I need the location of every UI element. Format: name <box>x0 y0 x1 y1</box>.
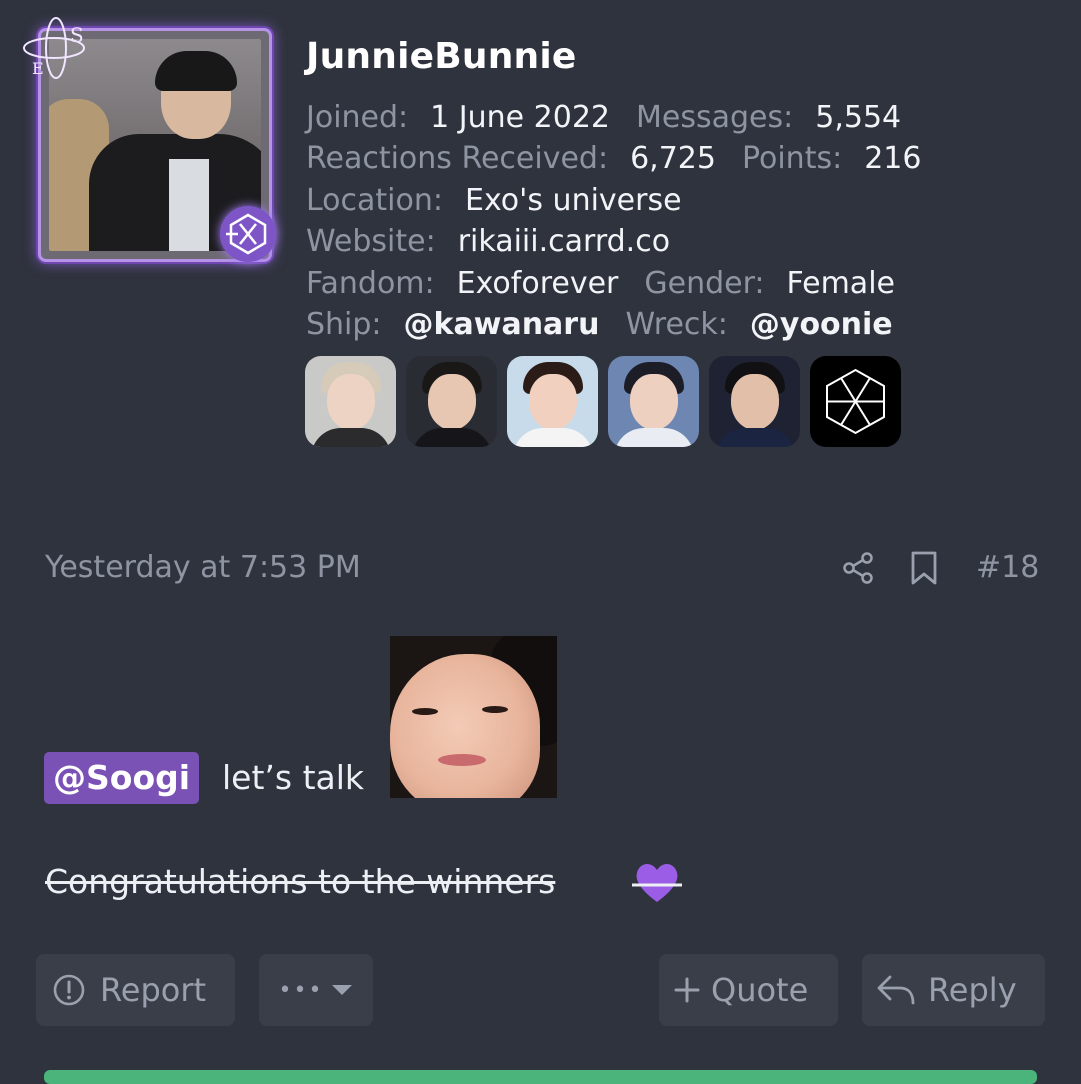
reply-label: Reply <box>928 971 1017 1009</box>
info-row-location: Location: Exo's universe <box>306 183 708 218</box>
report-button[interactable]: Report <box>36 954 235 1026</box>
reactions-label: Reactions Received: <box>306 141 609 176</box>
info-row-website: Website: rikaiii.carrd.co <box>306 224 696 259</box>
quote-label: Quote <box>711 971 809 1009</box>
exo-logo-thumbnail <box>810 356 901 447</box>
gender-value: Female <box>786 266 895 301</box>
alert-circle-icon <box>53 974 85 1006</box>
quote-button[interactable]: Quote <box>659 954 838 1026</box>
caret-down-icon <box>332 985 353 995</box>
more-options-button[interactable]: ••• <box>259 954 373 1026</box>
info-row-reactions: Reactions Received: 6,725 Points: 216 <box>306 141 947 176</box>
ship-label: Ship: <box>306 307 382 342</box>
points-label: Points: <box>741 141 843 176</box>
messages-value: 5,554 <box>815 100 902 135</box>
wreck-label: Wreck: <box>625 307 728 342</box>
messages-label: Messages: <box>636 100 794 135</box>
svg-text:S: S <box>70 23 84 47</box>
ship-mention-link[interactable]: @kawanaru <box>404 307 600 342</box>
thumbnail-image <box>305 356 396 447</box>
website-link[interactable]: rikaiii.carrd.co <box>458 224 670 259</box>
more-dots-label: ••• <box>278 977 324 1003</box>
reaction-gif-image <box>390 636 557 798</box>
next-post-accent-bar <box>44 1070 1037 1084</box>
report-label: Report <box>100 971 207 1009</box>
strikethrough-text: Congratulations to the winners <box>45 862 556 901</box>
info-row-ship: Ship: @kawanaru Wreck: @yoonie <box>306 307 919 342</box>
thumbnail-image <box>608 356 699 447</box>
info-row-joined: Joined: 1 June 2022 Messages: 5,554 <box>306 100 927 135</box>
reply-button[interactable]: Reply <box>862 954 1045 1026</box>
website-label: Website: <box>306 224 436 259</box>
thumbnail-image <box>507 356 598 447</box>
joined-value: 1 June 2022 <box>430 100 611 135</box>
post-timestamp[interactable]: Yesterday at 7:53 PM <box>45 550 361 585</box>
location-label: Location: <box>306 183 443 218</box>
location-value: Exo's universe <box>465 183 682 218</box>
user-mention-link[interactable]: @Soogi <box>44 752 200 804</box>
exo-hexagon-logo-icon <box>826 368 885 435</box>
thumbnail-image <box>709 356 800 447</box>
fandom-label: Fandom: <box>306 266 435 301</box>
purple-heart-icon <box>632 864 682 902</box>
points-value: 216 <box>864 141 922 176</box>
post-number-link[interactable]: #18 <box>976 550 1039 585</box>
bookmark-icon[interactable] <box>910 551 938 585</box>
fandom-value: Exoforever <box>456 266 619 301</box>
joined-label: Joined: <box>306 100 409 135</box>
avatar-decoration-icon: S E <box>23 17 85 79</box>
gender-label: Gender: <box>644 266 765 301</box>
reactions-value: 6,725 <box>630 141 716 176</box>
exo-badge-icon <box>220 206 276 262</box>
wreck-mention-link[interactable]: @yoonie <box>750 307 893 342</box>
info-row-fandom: Fandom: Exoforever Gender: Female <box>306 266 921 301</box>
share-icon[interactable] <box>841 551 875 585</box>
profile-thumbnails <box>305 356 901 447</box>
username[interactable]: JunnieBunnie <box>306 36 577 77</box>
thumbnail-image <box>406 356 497 447</box>
svg-text:E: E <box>32 59 44 78</box>
post-text: let’s talk <box>222 758 365 797</box>
plus-icon <box>674 977 700 1003</box>
reply-arrow-icon <box>877 975 915 1005</box>
